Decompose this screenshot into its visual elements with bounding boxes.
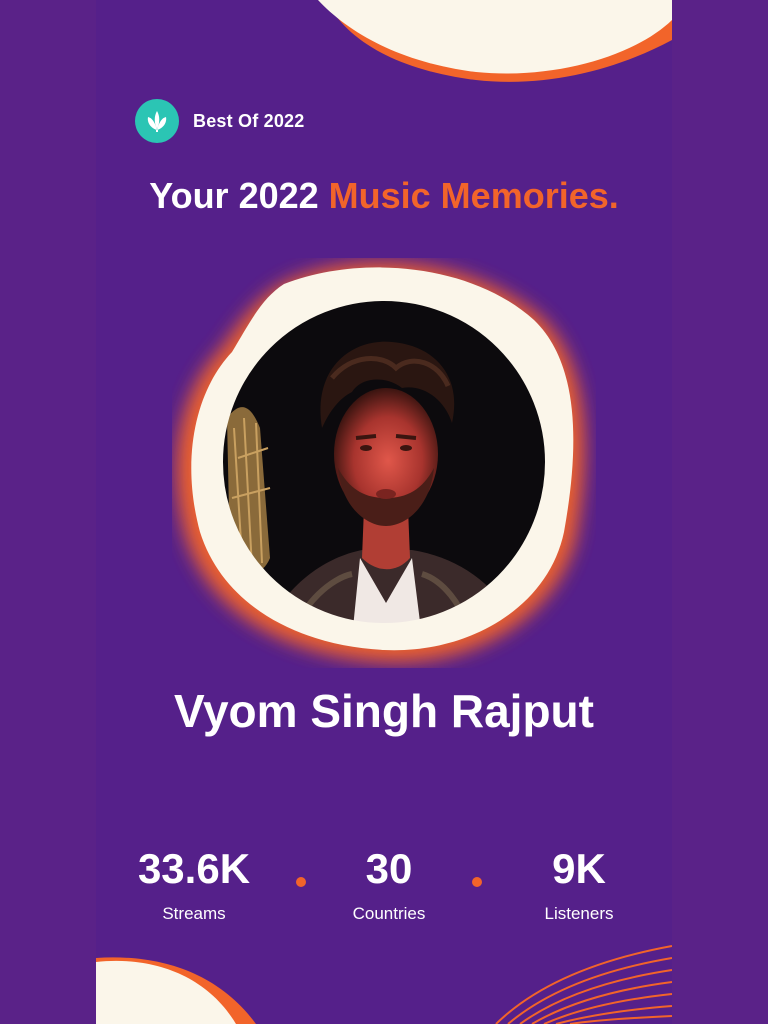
stat-listeners: 9K Listeners — [494, 840, 664, 928]
stat-label: Streams — [162, 904, 226, 923]
headline-part-1: Your 2022 — [149, 175, 329, 216]
stat-value: 30 — [365, 845, 413, 892]
stat-value: 33.6K — [137, 845, 251, 892]
artist-portrait-frame — [176, 262, 585, 663]
stat-streams: 33.6K Streams — [109, 840, 279, 928]
stat-label: Countries — [352, 904, 426, 923]
stat-countries: 30 Countries — [304, 840, 474, 928]
artist-name: Vyom Singh Rajput — [174, 685, 594, 737]
bottom-wave-decoration — [96, 945, 672, 1024]
stats-row: 33.6K Streams 30 Countries 9K Listeners — [96, 840, 672, 940]
saavn-leaf-icon — [135, 99, 179, 143]
brand-label: Best Of 2022 — [193, 110, 305, 131]
separator-dot — [472, 877, 482, 887]
stat-value: 9K — [552, 845, 606, 892]
screen: Best Of 2022 Your 2022 Music Memories. V… — [0, 0, 768, 1024]
stat-label: Listeners — [544, 904, 614, 923]
headline-part-2: Music Memories. — [328, 175, 619, 216]
music-memories-card: Best Of 2022 Your 2022 Music Memories. V… — [96, 0, 672, 1024]
brand-row: Best Of 2022 — [135, 99, 304, 143]
headline: Your 2022 Music Memories. — [96, 172, 672, 220]
